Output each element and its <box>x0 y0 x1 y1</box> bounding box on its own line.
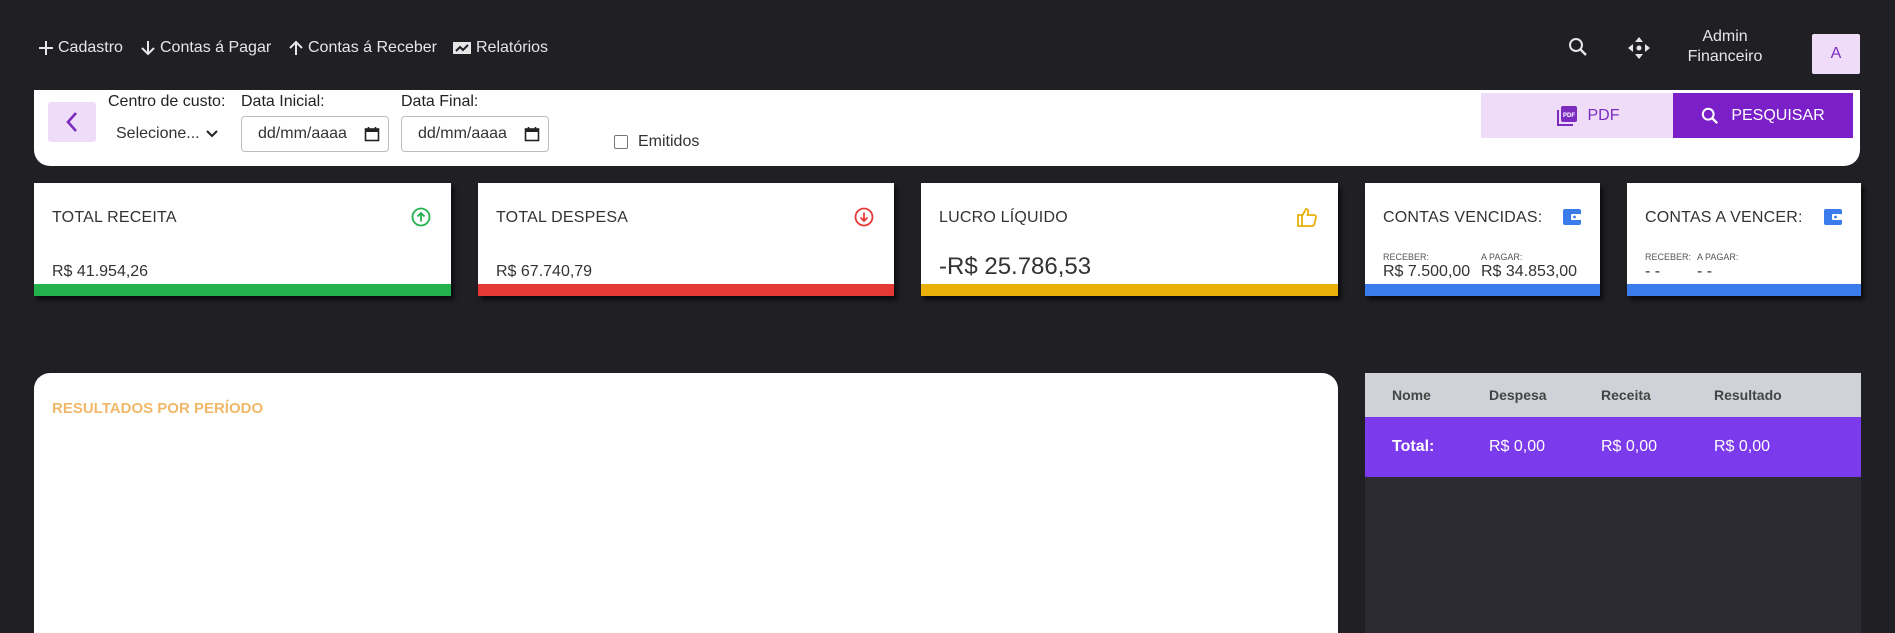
sub-value: R$ 34.853,00 <box>1481 263 1578 280</box>
centro-custo-select[interactable]: Selecione... <box>108 120 226 148</box>
table-total-row: Total: R$ 0,00 R$ 0,00 R$ 0,00 <box>1365 417 1861 477</box>
calendar-icon <box>524 127 540 142</box>
search-icon[interactable] <box>1568 37 1588 62</box>
emitidos-option: Emitidos <box>614 133 699 151</box>
vencidas-receber: RECEBER: R$ 7.500,00 <box>1383 252 1470 281</box>
results-table: Nome Despesa Receita Resultado Total: R$… <box>1365 373 1861 633</box>
total-label: Total: <box>1392 438 1435 455</box>
user-name-line2: Financeiro <box>1687 48 1763 65</box>
centro-custo-label: Centro de custo: <box>108 93 226 110</box>
table-header: Nome Despesa Receita Resultado <box>1365 373 1861 417</box>
data-final-placeholder: dd/mm/aaaa <box>418 125 507 142</box>
nav-item-label: Contas á Pagar <box>160 39 272 56</box>
wallet-icon <box>1562 207 1582 232</box>
card-contas-vencidas: CONTAS VENCIDAS: RECEBER: R$ 7.500,00 A … <box>1365 183 1600 296</box>
card-title: TOTAL RECEITA <box>52 209 177 226</box>
top-navigation: Cadastro Contas á Pagar Contas á Receber… <box>0 0 1895 90</box>
search-icon <box>1702 107 1719 124</box>
user-name-line1: Admin <box>1702 28 1748 45</box>
sub-label: RECEBER: <box>1645 252 1692 262</box>
arrow-up-circle-icon <box>411 207 431 232</box>
data-inicial-label: Data Inicial: <box>241 93 325 110</box>
card-color-bar <box>921 284 1338 296</box>
pdf-button[interactable]: PDF PDF <box>1481 93 1694 138</box>
sub-value: R$ 7.500,00 <box>1383 263 1471 280</box>
data-inicial-placeholder: dd/mm/aaaa <box>258 125 347 142</box>
report-icon <box>453 42 471 54</box>
a-vencer-receber: RECEBER: - - <box>1645 252 1691 281</box>
sub-label: A PAGAR: <box>1481 252 1523 262</box>
sub-value: - - <box>1645 263 1661 280</box>
card-title: CONTAS A VENCER: <box>1645 209 1803 226</box>
card-color-bar <box>478 284 894 296</box>
user-name[interactable]: Admin Financeiro <box>1675 27 1775 67</box>
card-value: R$ 67.740,79 <box>496 263 593 280</box>
column-header-receita: Receita <box>1601 387 1651 403</box>
avatar-letter: A <box>1830 45 1842 62</box>
card-value: R$ 41.954,26 <box>52 263 149 280</box>
search-button-label: PESQUISAR <box>1731 106 1825 124</box>
card-total-despesa: TOTAL DESPESA R$ 67.740,79 <box>478 183 894 296</box>
calendar-icon <box>364 127 380 142</box>
column-header-nome: Nome <box>1392 387 1431 403</box>
column-header-despesa: Despesa <box>1489 387 1547 403</box>
chevron-down-icon <box>206 130 218 138</box>
nav-item-relatorios[interactable]: Relatórios <box>452 38 548 58</box>
nav-item-label: Cadastro <box>58 39 123 56</box>
card-title: CONTAS VENCIDAS: <box>1383 209 1543 226</box>
nav-item-contas-receber[interactable]: Contas á Receber <box>288 38 437 58</box>
results-chart-panel: RESULTADOS POR PERÍODO <box>34 373 1338 633</box>
card-value: -R$ 25.786,53 <box>939 253 1092 280</box>
data-final-label: Data Final: <box>401 93 479 110</box>
sub-label: A PAGAR: <box>1697 252 1739 262</box>
card-lucro-liquido: LUCRO LÍQUIDO -R$ 25.786,53 <box>921 183 1338 296</box>
pdf-button-label: PDF <box>1587 106 1620 124</box>
card-title: LUCRO LÍQUIDO <box>939 209 1068 226</box>
wallet-icon <box>1823 207 1843 232</box>
sub-label: RECEBER: <box>1383 252 1430 262</box>
card-color-bar <box>1365 284 1600 296</box>
data-final-input[interactable]: dd/mm/aaaa <box>401 116 549 152</box>
card-title: TOTAL DESPESA <box>496 209 629 226</box>
total-resultado: R$ 0,00 <box>1714 438 1771 455</box>
nav-item-cadastro[interactable]: Cadastro <box>38 38 123 58</box>
arrow-up-icon <box>289 40 303 55</box>
avatar[interactable]: A <box>1812 34 1860 74</box>
nav-item-label: Contas á Receber <box>308 39 437 56</box>
card-color-bar <box>34 284 451 296</box>
nav-item-label: Relatórios <box>476 39 549 56</box>
nav-item-contas-pagar[interactable]: Contas á Pagar <box>140 38 271 58</box>
vencidas-pagar: A PAGAR: R$ 34.853,00 <box>1481 252 1577 281</box>
a-vencer-pagar: A PAGAR: - - <box>1697 252 1738 281</box>
centro-custo-value: Selecione... <box>116 125 200 142</box>
plus-icon <box>39 41 53 55</box>
arrow-down-circle-icon <box>854 207 874 232</box>
svg-text:PDF: PDF <box>1563 113 1575 119</box>
column-header-resultado: Resultado <box>1714 387 1782 403</box>
move-icon[interactable] <box>1627 36 1651 65</box>
card-color-bar <box>1627 284 1861 296</box>
thumbs-up-icon <box>1296 207 1318 232</box>
arrow-down-icon <box>141 41 155 56</box>
sub-value: - - <box>1697 263 1713 280</box>
card-contas-a-vencer: CONTAS A VENCER: RECEBER: - - A PAGAR: -… <box>1627 183 1861 296</box>
card-total-receita: TOTAL RECEITA R$ 41.954,26 <box>34 183 451 296</box>
search-button[interactable]: PESQUISAR <box>1673 93 1853 138</box>
data-inicial-input[interactable]: dd/mm/aaaa <box>241 116 389 152</box>
filter-bar: Centro de custo: Selecione... Data Inici… <box>34 90 1860 166</box>
chevron-left-icon <box>66 112 77 132</box>
emitidos-checkbox[interactable] <box>614 135 628 149</box>
pdf-icon: PDF <box>1556 105 1577 126</box>
total-receita: R$ 0,00 <box>1601 438 1658 455</box>
chart-title: RESULTADOS POR PERÍODO <box>52 400 264 417</box>
emitidos-label: Emitidos <box>638 133 700 150</box>
total-despesa: R$ 0,00 <box>1489 438 1546 455</box>
back-button[interactable] <box>48 102 96 142</box>
